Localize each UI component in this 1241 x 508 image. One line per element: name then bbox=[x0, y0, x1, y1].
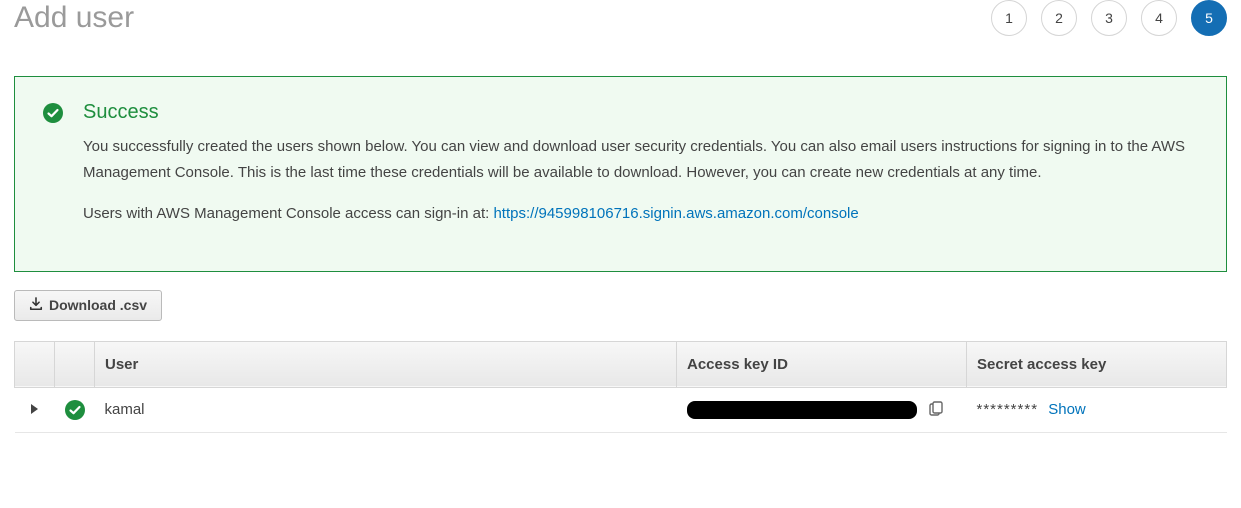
step-4[interactable]: 4 bbox=[1141, 0, 1177, 36]
success-title: Success bbox=[83, 101, 1198, 124]
signin-prefix: Users with AWS Management Console access… bbox=[83, 205, 493, 222]
step-1[interactable]: 1 bbox=[991, 0, 1027, 36]
step-3[interactable]: 3 bbox=[1091, 0, 1127, 36]
success-message: You successfully created the users shown… bbox=[83, 134, 1198, 185]
signin-url-link[interactable]: https://945998106716.signin.aws.amazon.c… bbox=[493, 205, 858, 222]
secret-masked: ********* bbox=[977, 401, 1039, 418]
download-csv-label: Download .csv bbox=[49, 297, 147, 313]
success-check-icon bbox=[43, 103, 63, 243]
column-expand bbox=[15, 341, 55, 387]
show-secret-link[interactable]: Show bbox=[1048, 401, 1086, 418]
row-secret-access-key: ********* Show bbox=[967, 387, 1227, 432]
table-row: kamal ********* Show bbox=[15, 387, 1227, 432]
step-2[interactable]: 2 bbox=[1041, 0, 1077, 36]
column-status bbox=[55, 341, 95, 387]
column-access-key-id: Access key ID bbox=[677, 341, 967, 387]
row-access-key-id bbox=[677, 387, 967, 432]
row-status bbox=[55, 387, 95, 432]
page-title: Add user bbox=[14, 1, 134, 35]
expand-row-toggle[interactable] bbox=[15, 387, 55, 432]
success-check-icon bbox=[65, 400, 85, 417]
wizard-steps: 1 2 3 4 5 bbox=[991, 0, 1227, 36]
users-table: User Access key ID Secret access key kam… bbox=[14, 341, 1227, 433]
download-icon bbox=[29, 297, 43, 314]
row-username: kamal bbox=[95, 387, 677, 432]
access-key-redacted bbox=[687, 401, 917, 419]
column-secret-access-key: Secret access key bbox=[967, 341, 1227, 387]
download-csv-button[interactable]: Download .csv bbox=[14, 290, 162, 321]
copy-access-key-button[interactable] bbox=[927, 401, 945, 419]
column-user: User bbox=[95, 341, 677, 387]
signin-line: Users with AWS Management Console access… bbox=[83, 201, 1198, 227]
success-banner: Success You successfully created the use… bbox=[14, 76, 1227, 272]
chevron-right-icon bbox=[31, 404, 38, 414]
step-5[interactable]: 5 bbox=[1191, 0, 1227, 36]
